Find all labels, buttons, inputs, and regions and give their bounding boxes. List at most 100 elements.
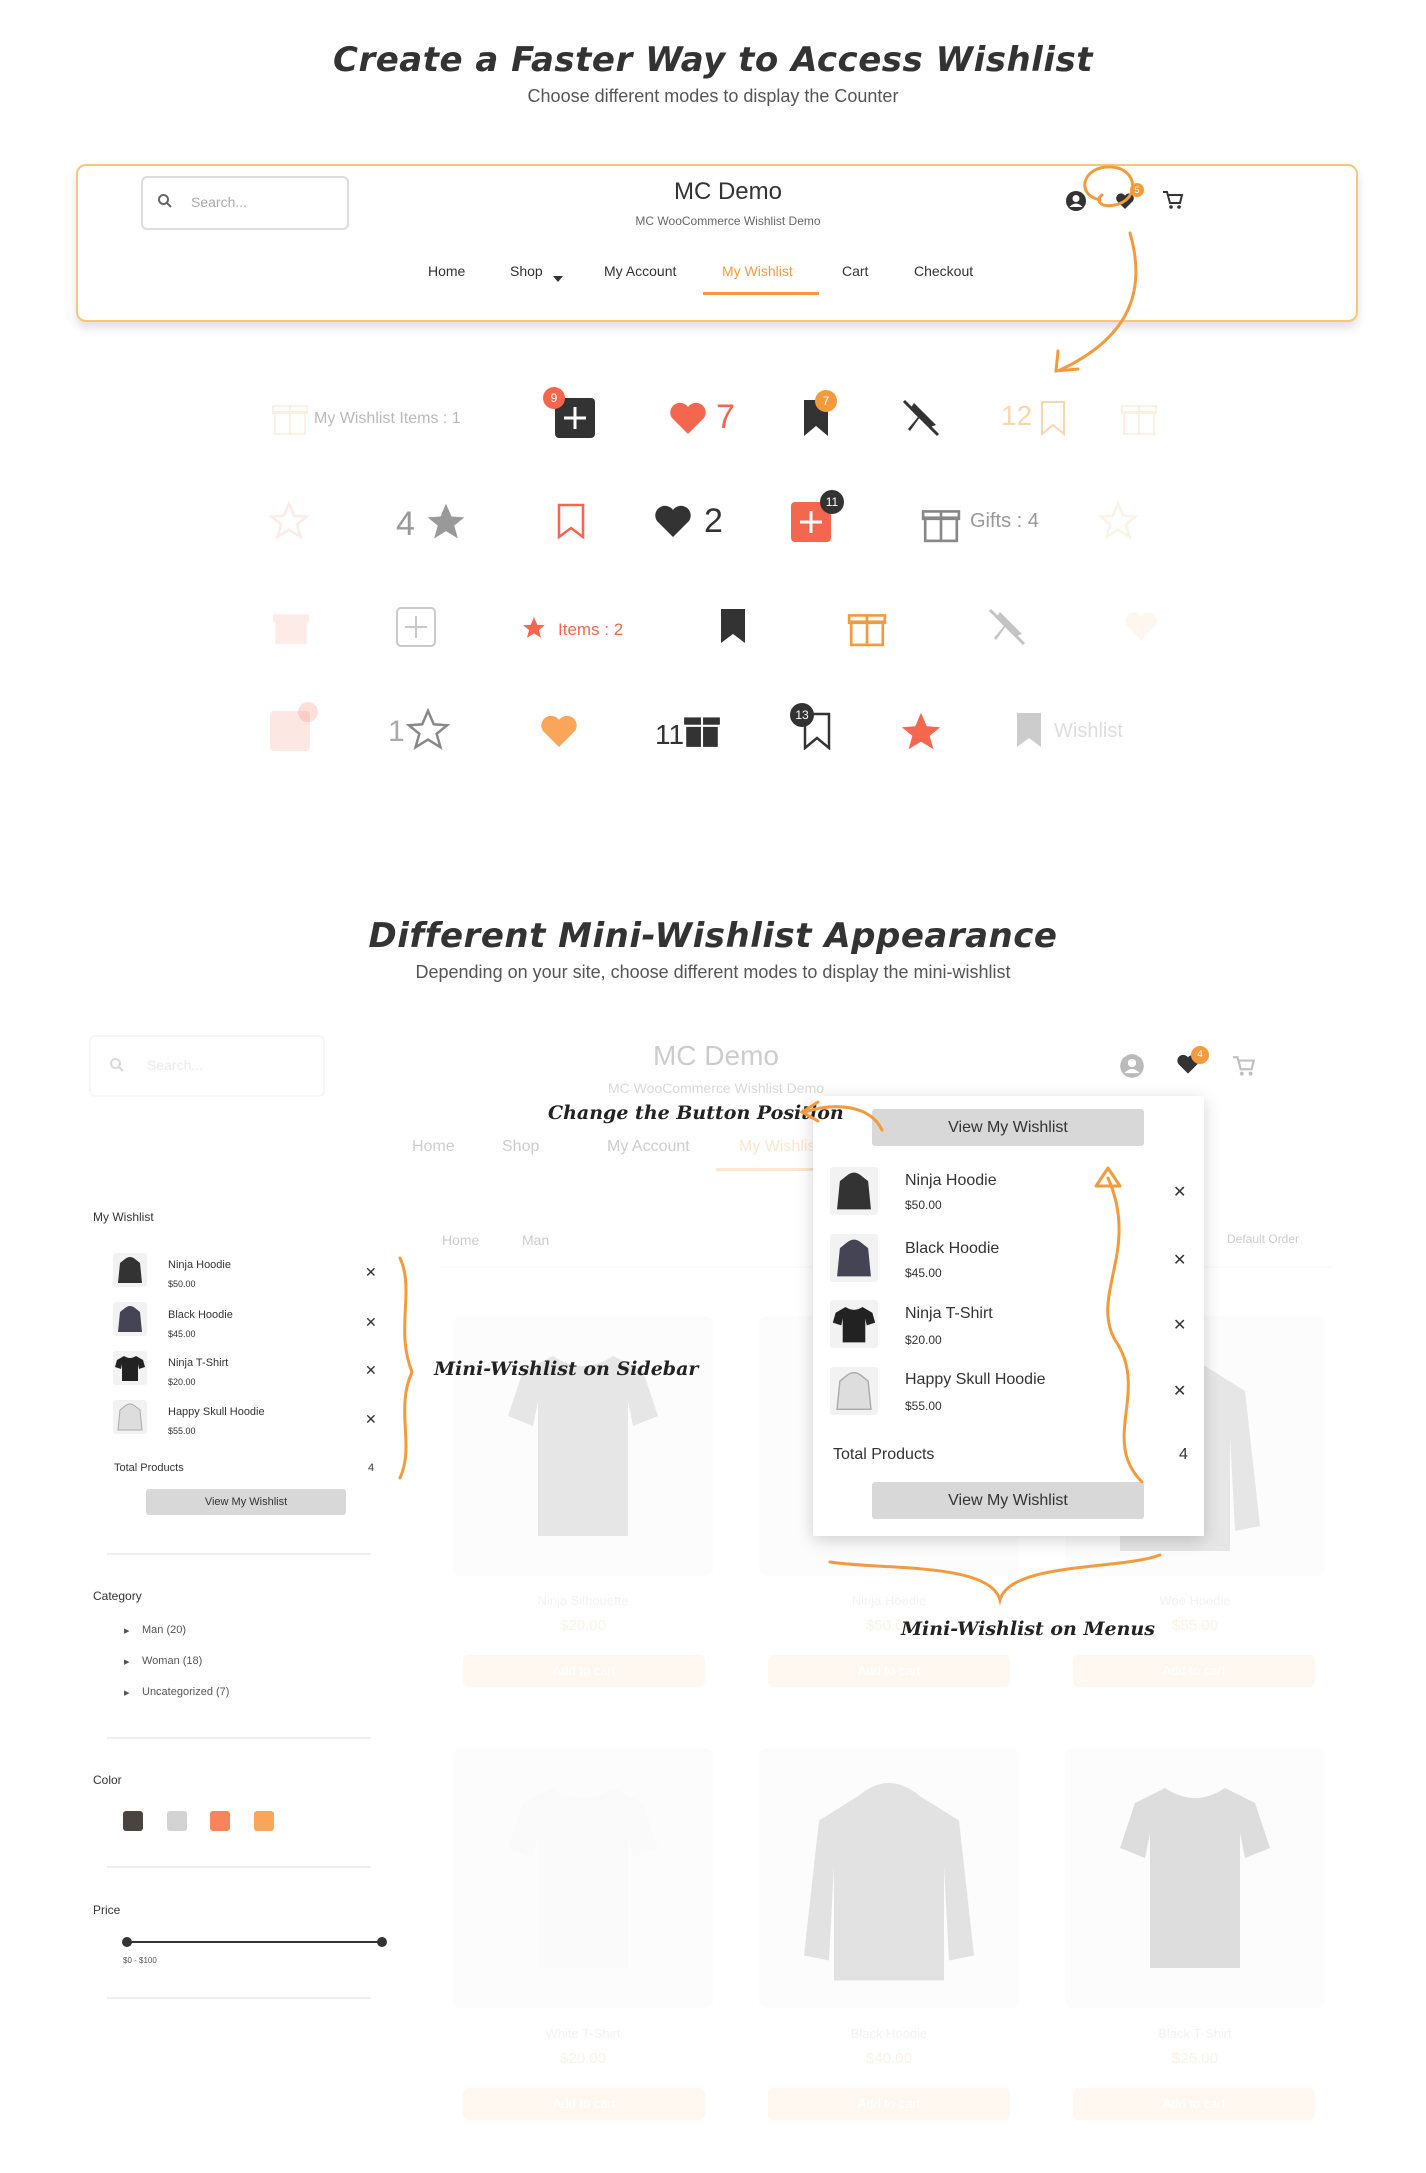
- chevron-right-icon: ▸: [124, 1656, 130, 1668]
- pin-off-icon-gray: [986, 606, 1028, 652]
- popup-item-name[interactable]: Ninja T-Shirt: [905, 1305, 993, 1323]
- popup-total-value: 4: [1179, 1446, 1188, 1463]
- store-wishlist-badge: 4: [1191, 1046, 1209, 1064]
- product-card[interactable]: [1065, 1748, 1325, 2008]
- remove-icon[interactable]: ✕: [1173, 1381, 1186, 1401]
- category-item[interactable]: Man (20): [142, 1624, 186, 1636]
- product-name[interactable]: White T-Shirt: [453, 2026, 713, 2041]
- bookmark-outline-icon-orange: [557, 503, 585, 543]
- star-outline-icon-faded: [268, 500, 310, 546]
- popup-item-price: $20.00: [905, 1333, 942, 1347]
- pin-off-icon: [900, 397, 942, 443]
- sidebar-view-wishlist-button[interactable]: View My Wishlist: [146, 1489, 346, 1515]
- remove-icon[interactable]: ✕: [1173, 1182, 1186, 1202]
- color-swatch[interactable]: [167, 1811, 187, 1831]
- sidebar-price-title: Price: [93, 1903, 121, 1917]
- remove-icon[interactable]: ✕: [1173, 1315, 1186, 1335]
- sidebar-category-title: Category: [93, 1589, 142, 1603]
- store-nav-account[interactable]: My Account: [607, 1138, 690, 1156]
- price-range-text: $0 - $100: [123, 1956, 157, 1965]
- price-slider-handle-min[interactable]: [122, 1937, 132, 1947]
- add-to-cart-button[interactable]: Add to cart: [1073, 1655, 1315, 1687]
- product-name[interactable]: Black Hoodie: [759, 2026, 1019, 2041]
- sidebar-item-price: $50.00: [168, 1279, 196, 1289]
- search-input[interactable]: Search...: [141, 176, 349, 230]
- product-name[interactable]: Ninja Hoodie: [759, 1593, 1019, 1608]
- sidebar-item-name[interactable]: Ninja T-Shirt: [168, 1357, 228, 1369]
- plus-square-outline-icon: [395, 606, 437, 652]
- product-thumb: [113, 1351, 147, 1385]
- gift-icon-faded: [1120, 398, 1158, 440]
- store-nav-shop[interactable]: Shop: [502, 1138, 539, 1156]
- heart-icon-dark: [652, 503, 694, 543]
- store-cart-icon[interactable]: [1232, 1055, 1256, 1081]
- popup-item-name[interactable]: Happy Skull Hoodie: [905, 1371, 1046, 1389]
- sidebar-item-name[interactable]: Ninja Hoodie: [168, 1259, 231, 1271]
- gift-icon-orange: [847, 607, 887, 651]
- counter-my-wishlist-items: My Wishlist Items : 1: [314, 410, 461, 427]
- nav-shop[interactable]: Shop: [510, 263, 543, 279]
- color-swatch[interactable]: [210, 1811, 230, 1831]
- sidebar-item-name[interactable]: Black Hoodie: [168, 1309, 233, 1321]
- sidebar-total-value: 4: [368, 1462, 375, 1474]
- nav-home[interactable]: Home: [428, 263, 465, 279]
- remove-icon[interactable]: ✕: [365, 1362, 377, 1379]
- nav-checkout[interactable]: Checkout: [914, 263, 973, 279]
- heart-icon: [667, 400, 709, 440]
- site-title[interactable]: MC Demo: [578, 178, 878, 206]
- annotation-arrow-1: [1054, 165, 1138, 373]
- color-swatch[interactable]: [254, 1811, 274, 1831]
- star-icon-red-large: [898, 709, 944, 759]
- sidebar-item-name[interactable]: Happy Skull Hoodie: [168, 1406, 265, 1418]
- site-tagline: MC WooCommerce Wishlist Demo: [635, 214, 821, 228]
- product-name[interactable]: Woo Hoodie: [1065, 1593, 1325, 1608]
- add-to-cart-button[interactable]: Add to cart: [1073, 2088, 1315, 2120]
- remove-icon[interactable]: ✕: [365, 1411, 377, 1428]
- product-card[interactable]: [453, 1748, 713, 2008]
- add-to-cart-button[interactable]: Add to cart: [768, 1655, 1010, 1687]
- nav-my-account[interactable]: My Account: [604, 263, 676, 279]
- store-breadcrumb-home[interactable]: Home: [442, 1232, 479, 1248]
- product-name[interactable]: Black T-Shirt: [1065, 2026, 1325, 2041]
- store-account-icon[interactable]: [1119, 1053, 1145, 1083]
- gift-icon-faded-3: [271, 606, 311, 650]
- color-swatch[interactable]: [123, 1811, 143, 1831]
- store-sort-select[interactable]: Default Order: [1227, 1232, 1299, 1246]
- remove-icon[interactable]: ✕: [365, 1314, 377, 1331]
- category-item[interactable]: Woman (18): [142, 1655, 202, 1667]
- category-item[interactable]: Uncategorized (7): [142, 1686, 229, 1698]
- store-nav-wishlist[interactable]: My Wishlist: [739, 1138, 820, 1156]
- nav-cart[interactable]: Cart: [842, 263, 868, 279]
- store-nav-home[interactable]: Home: [412, 1138, 455, 1156]
- store-search-placeholder: Search...: [147, 1057, 204, 1073]
- counter-heart-count-2: 2: [704, 502, 723, 540]
- sidebar-wishlist-title: My Wishlist: [93, 1210, 154, 1224]
- nav-my-wishlist[interactable]: My Wishlist: [722, 263, 793, 279]
- product-card[interactable]: [759, 1748, 1019, 2008]
- popup-item-name[interactable]: Ninja Hoodie: [905, 1172, 997, 1190]
- add-to-cart-button[interactable]: Add to cart: [768, 2088, 1010, 2120]
- section2-subtitle: Depending on your site, choose different…: [415, 962, 1011, 982]
- price-slider-track: [126, 1941, 382, 1943]
- product-thumb: [113, 1400, 147, 1434]
- price-slider-handle-max[interactable]: [377, 1937, 387, 1947]
- store-search-input[interactable]: Search...: [89, 1035, 325, 1097]
- add-to-cart-button[interactable]: Add to cart: [463, 2088, 705, 2120]
- search-placeholder: Search...: [191, 194, 248, 210]
- section1-title: Create a Faster Way to Access Wishlist: [333, 40, 1093, 80]
- bookmark-outline-icon: [1040, 400, 1066, 440]
- view-wishlist-top-button[interactable]: View My Wishlist: [872, 1109, 1144, 1146]
- remove-icon[interactable]: ✕: [365, 1264, 377, 1281]
- tshirt-image: [1120, 1788, 1270, 1968]
- add-to-cart-button[interactable]: Add to cart: [463, 1655, 705, 1687]
- annotation-on-menus: Mini-Wishlist on Menus: [901, 1618, 1155, 1640]
- search-icon: [157, 193, 173, 213]
- star-outline-icon: [405, 707, 451, 757]
- remove-icon[interactable]: ✕: [1173, 1250, 1186, 1270]
- mini-wishlist-dropdown: View My Wishlist Ninja Hoodie $50.00 ✕ B…: [813, 1096, 1204, 1536]
- product-thumb: [113, 1302, 147, 1336]
- view-wishlist-bottom-button[interactable]: View My Wishlist: [872, 1482, 1144, 1519]
- product-name[interactable]: Ninja Silhouette: [453, 1593, 713, 1608]
- product-card[interactable]: [453, 1316, 713, 1576]
- popup-item-name[interactable]: Black Hoodie: [905, 1240, 999, 1258]
